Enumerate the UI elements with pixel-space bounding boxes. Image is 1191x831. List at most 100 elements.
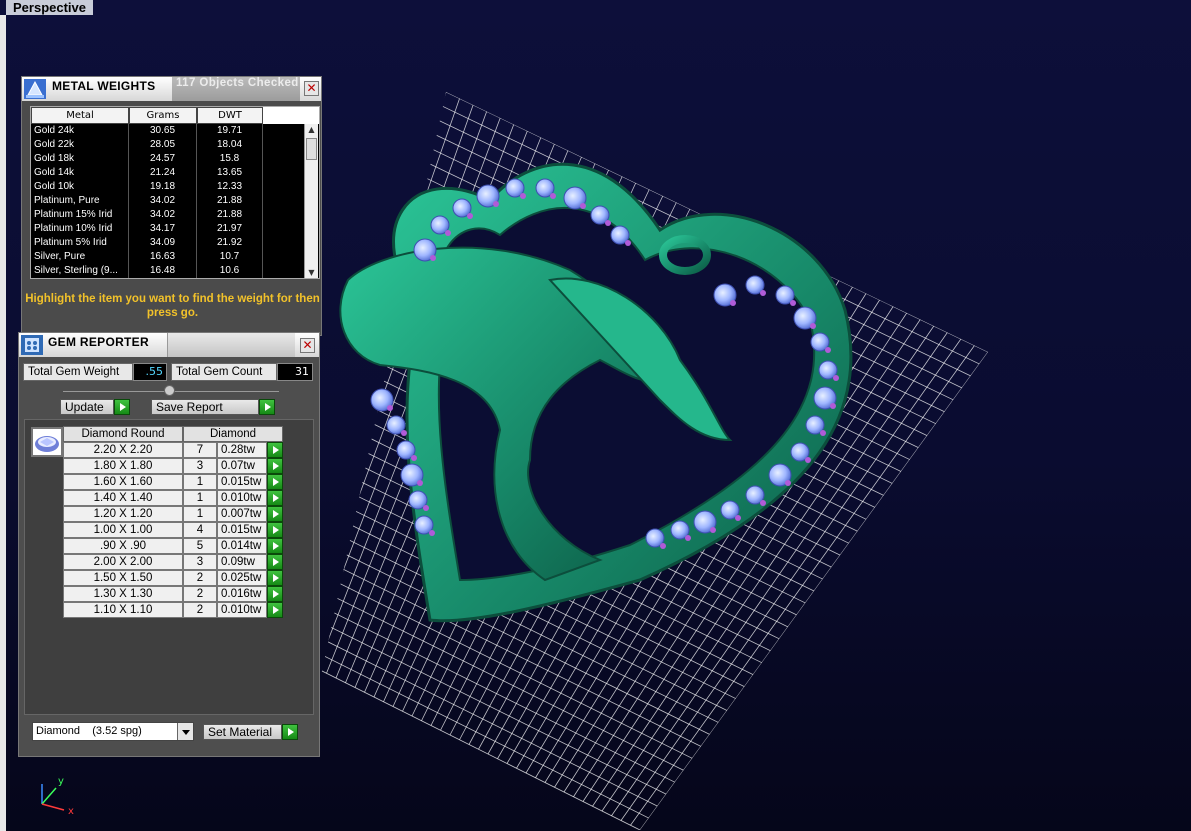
gem-row-go-icon[interactable] <box>267 458 283 474</box>
gem-reporter-close-button[interactable]: ✕ <box>300 338 315 353</box>
gem-row-go-icon[interactable] <box>267 474 283 490</box>
gem-table-body: 2.20 X 2.20 7 0.28tw 1.80 X 1.80 3 0.07tw 1.60… <box>63 442 283 618</box>
gem-row[interactable]: 1.20 X 1.20 1 0.007tw <box>63 506 283 522</box>
metal-row[interactable]: Gold 14k 21.24 13.65 <box>31 166 319 180</box>
material-select[interactable]: Diamond (3.52 spg) <box>32 722 194 741</box>
gem-shape-header: Diamond Round <box>63 426 183 442</box>
accent-gem <box>411 455 417 461</box>
metal-row[interactable]: Silver, Pure 16.63 10.7 <box>31 250 319 264</box>
update-go-icon[interactable] <box>114 399 130 415</box>
grams-cell: 30.65 <box>129 124 197 138</box>
metal-name-cell: Gold 22k <box>31 138 129 152</box>
gem-size-cell: 1.00 X 1.00 <box>63 522 183 538</box>
save-report-button[interactable]: Save Report <box>151 399 275 415</box>
dwt-cell: 10.6 <box>197 264 263 278</box>
gem-row[interactable]: 2.00 X 2.00 3 0.09tw <box>63 554 283 570</box>
metal-name-cell: Gold 14k <box>31 166 129 180</box>
metal-weights-hint: Highlight the item you want to find the … <box>25 293 320 319</box>
gem-row[interactable]: 1.80 X 1.80 3 0.07tw <box>63 458 283 474</box>
total-gem-weight-value: .55 <box>133 363 167 381</box>
metal-name-cell: Silver, Sterling (9... <box>31 264 129 278</box>
metal-row[interactable]: Platinum, Pure 34.02 21.88 <box>31 194 319 208</box>
metal-row[interactable]: Gold 22k 28.05 18.04 <box>31 138 319 152</box>
metal-row[interactable]: Gold 18k 24.57 15.8 <box>31 152 319 166</box>
gem-row[interactable]: 1.00 X 1.00 4 0.015tw <box>63 522 283 538</box>
gem-row[interactable]: 2.20 X 2.20 7 0.28tw <box>63 442 283 458</box>
set-material-go-icon[interactable] <box>282 724 298 740</box>
dwt-cell: 19.71 <box>197 124 263 138</box>
diamond-round-icon[interactable] <box>31 427 63 457</box>
gem-size-cell: .90 X .90 <box>63 538 183 554</box>
total-gem-count-label: Total Gem Count <box>171 363 277 381</box>
metal-row[interactable]: Platinum 5% Irid 34.09 21.92 <box>31 236 319 250</box>
scroll-thumb[interactable] <box>306 138 317 160</box>
perspective-viewport[interactable]: Perspective METAL WEIGHTS 117 Objects Ch… <box>0 0 1191 831</box>
gem-count-cell: 2 <box>183 602 217 618</box>
gem-row-go-icon[interactable] <box>267 554 283 570</box>
metal-name-cell: Platinum 10% Irid <box>31 222 129 236</box>
accent-gem <box>417 480 423 486</box>
y-axis-label: y <box>58 776 64 787</box>
axis-gizmo: y x <box>41 776 74 816</box>
metal-row[interactable]: Platinum 10% Irid 34.17 21.97 <box>31 222 319 236</box>
gem-row[interactable]: 1.40 X 1.40 1 0.010tw <box>63 490 283 506</box>
gem-row[interactable]: 1.50 X 1.50 2 0.025tw <box>63 570 283 586</box>
scroll-up-icon[interactable]: ▲ <box>305 124 318 136</box>
accent-gem <box>429 530 435 536</box>
total-gem-count-value: 31 <box>277 363 313 381</box>
divider-knob[interactable] <box>164 385 175 396</box>
metal-table-scrollbar[interactable]: ▲ ▼ <box>304 124 318 278</box>
gem-size-cell: 1.50 X 1.50 <box>63 570 183 586</box>
metal-row[interactable]: Gold 10k 19.18 12.33 <box>31 180 319 194</box>
grams-cell: 16.48 <box>129 264 197 278</box>
gem-row-go-icon[interactable] <box>267 570 283 586</box>
dwt-cell: 21.88 <box>197 208 263 222</box>
gem-size-cell: 2.00 X 2.00 <box>63 554 183 570</box>
col-metal-header[interactable]: Metal <box>31 107 129 124</box>
gem-row[interactable]: 1.10 X 1.10 2 0.010tw <box>63 602 283 618</box>
grams-cell: 19.18 <box>129 180 197 194</box>
material-select-value: Diamond (3.52 spg) <box>36 725 142 737</box>
col-dwt-header[interactable]: DWT <box>197 107 263 124</box>
gem-row-go-icon[interactable] <box>267 586 283 602</box>
metal-name-cell: Platinum 5% Irid <box>31 236 129 250</box>
viewport-label[interactable]: Perspective <box>6 0 93 15</box>
metal-name-cell: Gold 18k <box>31 152 129 166</box>
gem-row-go-icon[interactable] <box>267 442 283 458</box>
gem-size-cell: 2.20 X 2.20 <box>63 442 183 458</box>
grams-cell: 34.17 <box>129 222 197 236</box>
metal-weights-close-button[interactable]: ✕ <box>304 81 319 96</box>
accent-gem <box>580 203 586 209</box>
accent-gem <box>387 405 393 411</box>
accent-gem <box>423 505 429 511</box>
metal-row[interactable]: Gold 24k 30.65 19.71 <box>31 124 319 138</box>
scene-3d <box>320 92 988 830</box>
gem-row[interactable]: 1.60 X 1.60 1 0.015tw <box>63 474 283 490</box>
scroll-down-icon[interactable]: ▼ <box>305 267 318 278</box>
accent-gem <box>401 430 407 436</box>
dwt-cell: 13.65 <box>197 166 263 180</box>
gem-size-cell: 1.80 X 1.80 <box>63 458 183 474</box>
metal-row[interactable]: Silver, Sterling (9... 16.48 10.6 <box>31 264 319 278</box>
save-report-go-icon[interactable] <box>259 399 275 415</box>
gem-row[interactable]: 1.30 X 1.30 2 0.016tw <box>63 586 283 602</box>
gem-row-go-icon[interactable] <box>267 602 283 618</box>
chevron-down-icon[interactable] <box>177 723 193 740</box>
update-button[interactable]: Update <box>60 399 130 415</box>
gem-count-cell: 4 <box>183 522 217 538</box>
gem-row-go-icon[interactable] <box>267 538 283 554</box>
gem-row-go-icon[interactable] <box>267 522 283 538</box>
gem-row[interactable]: .90 X .90 5 0.014tw <box>63 538 283 554</box>
metal-row[interactable]: Platinum 15% Irid 34.02 21.88 <box>31 208 319 222</box>
gem-row-go-icon[interactable] <box>267 506 283 522</box>
accent-gem <box>810 323 816 329</box>
gem-reporter-title-strip <box>167 333 295 357</box>
col-grams-header[interactable]: Grams <box>129 107 197 124</box>
gem-row-go-icon[interactable] <box>267 490 283 506</box>
gem-count-cell: 1 <box>183 506 217 522</box>
set-material-button[interactable]: Set Material <box>203 724 298 740</box>
gem-reporter-titlebar[interactable]: GEM REPORTER ✕ <box>19 333 319 357</box>
gem-weight-cell: 0.014tw <box>217 538 267 554</box>
metal-weights-titlebar[interactable]: METAL WEIGHTS 117 Objects Checked ✕ <box>22 77 321 101</box>
accent-gem <box>825 347 831 353</box>
